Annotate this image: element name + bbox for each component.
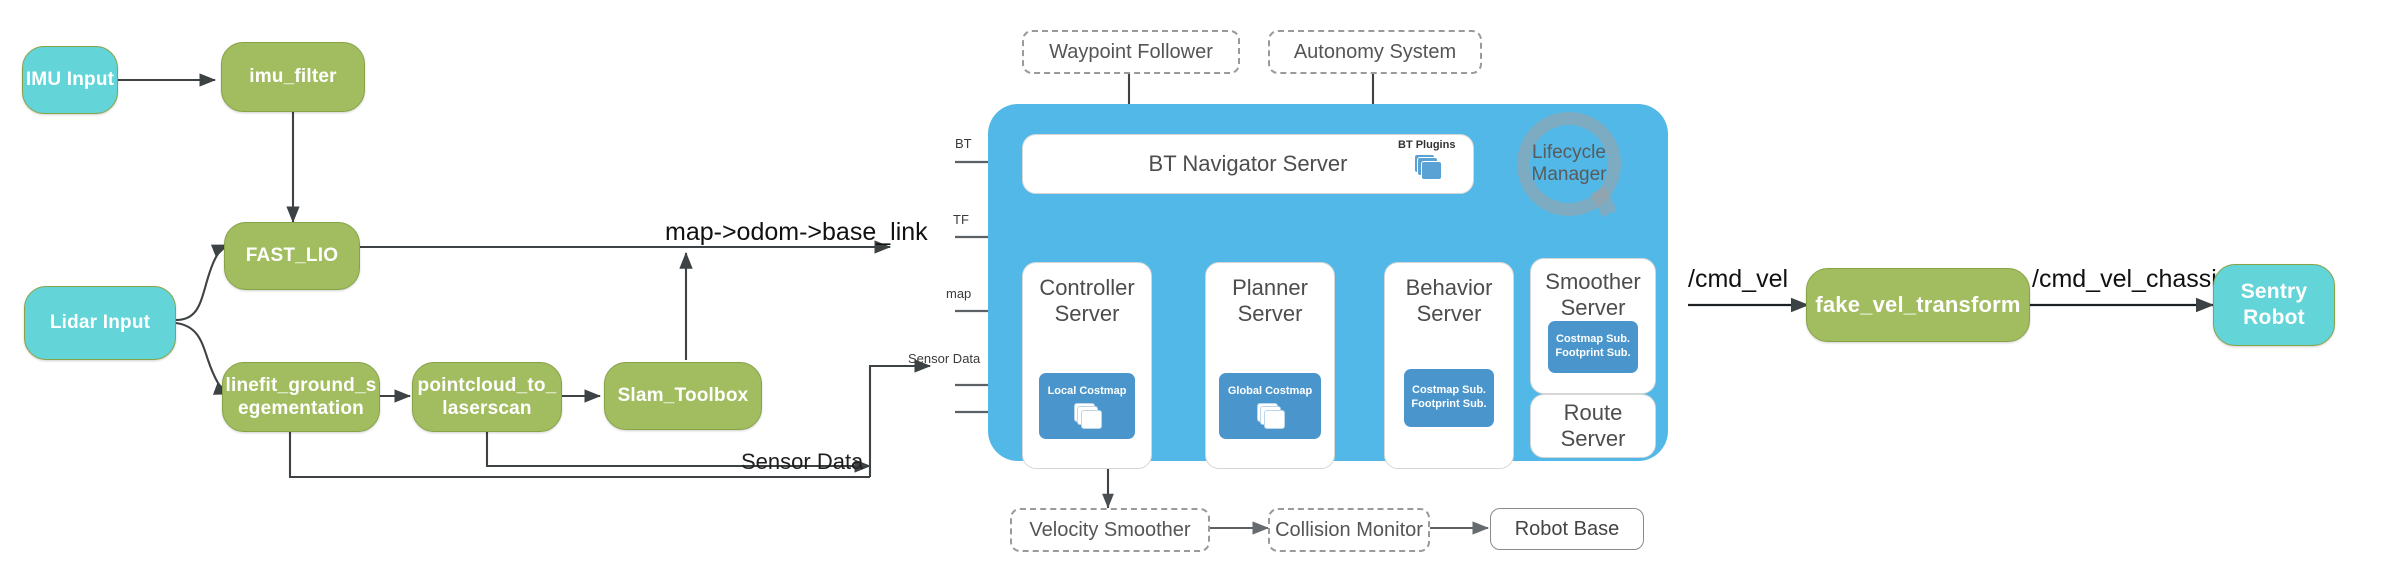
box-robot-base-label: Robot Base [1514, 517, 1620, 540]
node-slam-toolbox-label: Slam_Toolbox [617, 385, 749, 407]
node-pointcloud-label-line2: laserscan [442, 398, 532, 419]
node-imu-filter-label: imu_filter [249, 66, 337, 88]
box-route-server-line1: Route [1563, 400, 1623, 426]
box-controller-server[interactable]: Controller Server Local Costmap [1022, 262, 1152, 469]
box-controller-server-line1: Controller [1039, 275, 1135, 300]
node-linefit-label-line1: linefit_ground_s [225, 374, 377, 396]
box-smoother-server-line1: Smoother [1545, 269, 1641, 294]
node-sentry-robot-line2: Robot [2243, 306, 2305, 329]
node-slam-toolbox[interactable]: Slam_Toolbox [604, 362, 762, 430]
box-waypoint-follower-label: Waypoint Follower [1049, 40, 1213, 63]
box-planner-server-line1: Planner [1232, 275, 1308, 300]
box-behavior-server-line1: Behavior [1405, 275, 1493, 300]
badge-behavior-subs-line2: Footprint Sub. [1411, 398, 1487, 410]
lifecycle-manager-line1: Lifecycle [1532, 142, 1606, 164]
costmap-stack-icon [1257, 402, 1285, 429]
node-imu-input[interactable]: IMU Input [22, 46, 118, 114]
node-imu-input-label: IMU Input [25, 69, 115, 91]
box-smoother-server[interactable]: Smoother Server Costmap Sub. Footprint S… [1530, 258, 1656, 394]
lifecycle-manager: Lifecycle Manager [1504, 112, 1634, 216]
box-velocity-smoother-label: Velocity Smoother [1029, 518, 1191, 541]
node-sentry-robot-line1: Sentry [2240, 280, 2308, 304]
diagram-canvas: IMU Input imu_filter Lidar Input FAST_LI… [0, 0, 2381, 574]
box-collision-monitor[interactable]: Collision Monitor [1268, 508, 1430, 552]
edge-label-bt: BT [955, 136, 972, 151]
node-pointcloud-label-line1: pointcloud_to_ [417, 374, 557, 396]
node-linefit-label-line2: egementation [238, 398, 364, 419]
badge-behavior-subs-line1: Costmap Sub. [1412, 384, 1486, 397]
badge-smoother-subs-line2: Footprint Sub. [1555, 347, 1631, 359]
costmap-stack-icon [1074, 402, 1102, 429]
edge-label-cmd-vel-chassis: /cmd_vel_chassis [2032, 265, 2230, 293]
box-behavior-server[interactable]: Behavior Server Costmap Sub. Footprint S… [1384, 262, 1514, 469]
box-route-server[interactable]: Route Server [1530, 394, 1656, 458]
bt-plugins-caption: BT Plugins [1398, 139, 1456, 151]
node-sentry-robot[interactable]: Sentry Robot [2213, 264, 2335, 346]
lifecycle-manager-line2: Manager [1531, 164, 1607, 185]
box-collision-monitor-label: Collision Monitor [1275, 518, 1423, 541]
badge-global-costmap-label: Global Costmap [1227, 385, 1313, 398]
bt-plugins-badge: BT Plugins [1398, 139, 1456, 180]
box-smoother-server-line2: Server [1560, 294, 1626, 320]
node-fake-vel-transform[interactable]: fake_vel_transform [1806, 268, 2030, 342]
node-lidar-input-label: Lidar Input [49, 312, 151, 334]
box-velocity-smoother[interactable]: Velocity Smoother [1010, 508, 1210, 552]
box-autonomy-system-label: Autonomy System [1293, 40, 1457, 63]
box-route-server-line2: Server [1560, 426, 1626, 451]
badge-local-costmap: Local Costmap [1039, 373, 1135, 439]
box-behavior-server-line2: Server [1416, 300, 1482, 326]
plugin-stack-icon [1413, 154, 1442, 180]
node-linefit-ground-segmentation[interactable]: linefit_ground_s egementation [222, 362, 380, 432]
node-fake-vel-transform-label: fake_vel_transform [1815, 291, 2021, 317]
edge-label-cmd-vel: /cmd_vel [1688, 265, 1789, 293]
badge-behavior-subs: Costmap Sub. Footprint Sub. [1404, 369, 1494, 427]
box-controller-server-line2: Server [1054, 300, 1120, 326]
edge-label-tf: TF [953, 212, 969, 227]
edge-label-map: map [946, 286, 972, 301]
node-fast-lio[interactable]: FAST_LIO [224, 222, 360, 290]
edge-label-sensor-data-nav: Sensor Data [908, 351, 981, 366]
box-planner-server[interactable]: Planner Server Global Costmap [1205, 262, 1335, 469]
box-bt-navigator-server-label: BT Navigator Server [1148, 151, 1348, 177]
badge-smoother-subs-line1: Costmap Sub. [1556, 333, 1630, 346]
edge-label-sensor-data-lower: Sensor Data [741, 449, 864, 474]
node-pointcloud-to-laserscan[interactable]: pointcloud_to_ laserscan [412, 362, 562, 432]
badge-global-costmap: Global Costmap [1219, 373, 1321, 439]
box-planner-server-line2: Server [1237, 300, 1303, 326]
box-autonomy-system[interactable]: Autonomy System [1268, 30, 1482, 74]
edge-label-tf-chain: map->odom->base_link [665, 218, 928, 246]
node-fast-lio-label: FAST_LIO [245, 245, 339, 267]
badge-local-costmap-label: Local Costmap [1047, 385, 1127, 398]
node-imu-filter[interactable]: imu_filter [221, 42, 365, 112]
node-lidar-input[interactable]: Lidar Input [24, 286, 176, 360]
box-waypoint-follower[interactable]: Waypoint Follower [1022, 30, 1240, 74]
box-robot-base[interactable]: Robot Base [1490, 508, 1644, 550]
badge-smoother-subs: Costmap Sub. Footprint Sub. [1548, 321, 1638, 373]
